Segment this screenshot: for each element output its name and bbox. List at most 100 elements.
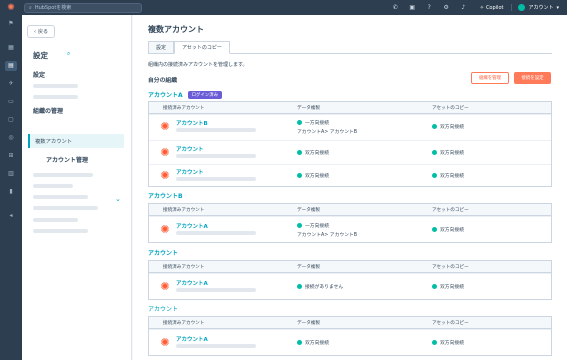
grid-icon[interactable]: ▦ bbox=[5, 43, 17, 53]
asset-status: 双方向接続 bbox=[432, 149, 464, 156]
account-group-heading: アカウントB bbox=[148, 193, 183, 200]
help-icon[interactable]: ? bbox=[421, 4, 438, 11]
data-status: 一方向接続 bbox=[297, 222, 329, 229]
top-nav-icons: ✆ ▣ ? ⚙ ♪ ✧ Copilot アカウント ▾ bbox=[387, 0, 567, 15]
collapse-arrow-icon[interactable]: ◂ bbox=[5, 211, 17, 221]
sidebar-placeholder-item[interactable] bbox=[33, 84, 78, 88]
asset-status: 双方向接続 bbox=[432, 172, 464, 179]
column-header: 接続済みアカウント bbox=[163, 265, 205, 270]
status-dot-icon bbox=[432, 340, 437, 345]
account-link[interactable]: アカウントA bbox=[176, 335, 208, 343]
automation-icon[interactable]: ⊞ bbox=[5, 151, 17, 161]
global-search-input[interactable]: ⌕ HubSpotを検索 bbox=[24, 2, 142, 13]
account-group-heading: アカウント bbox=[148, 250, 179, 257]
account-group-heading: アカウントA ログイン済み bbox=[148, 90, 223, 99]
hubspot-sprocket-icon: ✺ bbox=[160, 280, 170, 293]
account-link[interactable]: アカウントA bbox=[176, 222, 208, 230]
sidebar-placeholder-item[interactable] bbox=[33, 218, 78, 222]
table-row: ✺ アカウントA 接続がありません 双方向接続 bbox=[149, 273, 551, 300]
sidebar-placeholder-item[interactable] bbox=[33, 206, 98, 210]
settings-sidebar: ‹ 戻る 設定 ⌕ 設定 組織の管理 複数アカウント アカウント管理 ⌄ bbox=[22, 15, 132, 360]
bookmark-icon[interactable]: ⚑ bbox=[5, 19, 17, 29]
account-id-placeholder bbox=[176, 231, 256, 235]
data-status: 双方向接続 bbox=[297, 149, 329, 156]
hubspot-logo-icon[interactable]: ✺ bbox=[0, 0, 22, 15]
connected-accounts-table: 接続済みアカウント データ複製 アセットのコピー ✺ アカウントA 一方向接続 … bbox=[148, 203, 552, 243]
data-direction: アカウントA> アカウントB bbox=[297, 130, 358, 135]
account-link[interactable]: アカウントA bbox=[176, 279, 208, 287]
main-content: 複数アカウント 設定 アセットのコピー 組織内の接続済みアカウントを管理します。… bbox=[133, 15, 567, 360]
asset-status: 双方向接続 bbox=[432, 283, 464, 290]
hubspot-sprocket-icon: ✺ bbox=[160, 169, 170, 182]
document-icon[interactable]: ▭ bbox=[5, 97, 17, 107]
status-dot-icon bbox=[432, 124, 437, 129]
status-dot-icon bbox=[432, 284, 437, 289]
top-nav-bar: ✺ ⌕ HubSpotを検索 ✆ ▣ ? ⚙ ♪ ✧ Copilot アカウント… bbox=[0, 0, 567, 15]
connect-button[interactable]: 接続を設定 bbox=[514, 72, 551, 84]
hubspot-sprocket-icon: ✺ bbox=[160, 120, 170, 133]
table-header: 接続済みアカウント データ複製 アセットのコピー bbox=[149, 204, 551, 216]
left-icon-rail: ⚑ ▦ ▤ ✈ ▭ ▢ ◎ ⊞ ▥ ▮ ◂ bbox=[0, 15, 22, 360]
sidebar-item-multi-account[interactable]: 複数アカウント bbox=[28, 134, 124, 148]
status-dot-icon bbox=[297, 340, 302, 345]
account-id-placeholder bbox=[176, 154, 256, 158]
account-group-heading: アカウント bbox=[148, 306, 179, 313]
status-dot-icon bbox=[297, 120, 302, 125]
tab-bar: 設定 アセットのコピー bbox=[148, 41, 230, 54]
status-dot-icon bbox=[297, 150, 302, 155]
asset-status: 双方向接続 bbox=[432, 226, 464, 233]
status-dot-icon bbox=[297, 173, 302, 178]
service-icon[interactable]: ◎ bbox=[5, 133, 17, 143]
column-header: アセットのコピー bbox=[432, 106, 469, 111]
account-link[interactable]: アカウント bbox=[176, 168, 204, 176]
sidebar-placeholder-item[interactable] bbox=[33, 184, 73, 188]
notifications-bell-icon[interactable]: ♪ bbox=[455, 4, 472, 11]
sidebar-section-settings[interactable]: 設定 bbox=[33, 70, 45, 79]
search-icon: ⌕ bbox=[29, 4, 32, 11]
sidebar-search-icon[interactable]: ⌕ bbox=[67, 50, 70, 58]
commerce-icon[interactable]: ▢ bbox=[5, 115, 17, 125]
column-header: 接続済みアカウント bbox=[163, 106, 205, 111]
marketplace-icon[interactable]: ▣ bbox=[404, 4, 421, 11]
data-status: 双方向接続 bbox=[297, 339, 329, 346]
column-header: アセットのコピー bbox=[432, 208, 469, 213]
table-row: ✺ アカウントA 一方向接続 アカウントA> アカウントB 双方向接続 bbox=[149, 216, 551, 243]
folder-icon[interactable] bbox=[5, 193, 17, 203]
connected-accounts-table: 接続済みアカウント データ複製 アセットのコピー ✺ アカウントA 接続がありま… bbox=[148, 260, 552, 300]
table-row: ✺ アカウントA 双方向接続 双方向接続 bbox=[149, 329, 551, 356]
manage-org-button[interactable]: 組織を管理 bbox=[471, 72, 509, 84]
tab-settings[interactable]: 設定 bbox=[148, 41, 175, 54]
connected-accounts-table: 接続済みアカウント データ複製 アセットのコピー ✺ アカウントB 一方向接続 … bbox=[148, 101, 552, 187]
table-row: ✺ アカウント 双方向接続 双方向接続 bbox=[149, 164, 551, 186]
org-title: 自分の組織 bbox=[148, 78, 177, 84]
account-menu[interactable]: アカウント ▾ bbox=[511, 4, 567, 11]
page-description: 組織内の接続済みアカウントを管理します。 bbox=[148, 62, 248, 68]
account-link[interactable]: アカウント bbox=[176, 145, 204, 153]
tab-asset-copy[interactable]: アセットのコピー bbox=[174, 41, 230, 54]
sidebar-section-org[interactable]: 組織の管理 bbox=[33, 106, 63, 115]
asset-status: 双方向接続 bbox=[432, 339, 464, 346]
sidebar-title: 設定 bbox=[33, 51, 48, 60]
megaphone-icon[interactable]: ✈ bbox=[5, 79, 17, 89]
copilot-button[interactable]: ✧ Copilot bbox=[472, 5, 512, 11]
sidebar-item-account-management[interactable]: アカウント管理 bbox=[46, 155, 88, 164]
table-header: 接続済みアカウント データ複製 アセットのコピー bbox=[149, 102, 551, 114]
back-button[interactable]: ‹ 戻る bbox=[27, 25, 55, 38]
sidebar-placeholder-item[interactable] bbox=[33, 195, 88, 199]
status-dot-icon bbox=[297, 223, 302, 228]
data-status: 双方向接続 bbox=[297, 172, 329, 179]
contacts-icon[interactable]: ▤ bbox=[5, 61, 17, 71]
sidebar-placeholder-item[interactable] bbox=[33, 95, 78, 99]
sidebar-placeholder-item[interactable] bbox=[33, 173, 93, 177]
account-link[interactable]: アカウントB bbox=[176, 119, 208, 127]
account-id-placeholder bbox=[176, 344, 256, 348]
sidebar-placeholder-item[interactable] bbox=[33, 229, 88, 233]
page-title: 複数アカウント bbox=[148, 25, 204, 34]
phone-icon[interactable]: ✆ bbox=[387, 4, 404, 11]
reports-icon[interactable]: ▥ bbox=[5, 169, 17, 179]
settings-gear-icon[interactable]: ⚙ bbox=[438, 4, 455, 11]
chevron-down-icon[interactable]: ⌄ bbox=[115, 195, 121, 203]
column-header: アセットのコピー bbox=[432, 265, 469, 270]
account-id-placeholder bbox=[176, 288, 256, 292]
column-header: 接続済みアカウント bbox=[163, 208, 205, 213]
